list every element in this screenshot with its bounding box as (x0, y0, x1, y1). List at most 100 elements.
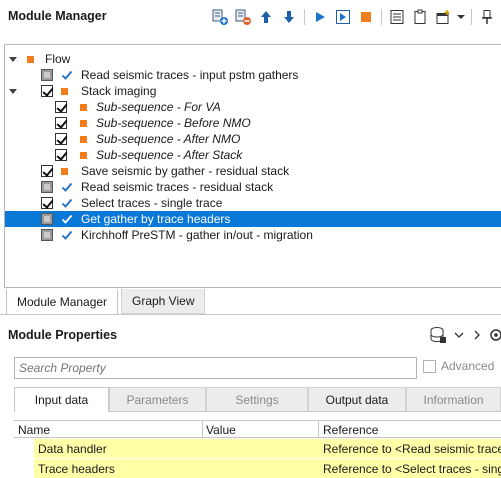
tree-item-label: Get gather by trace headers (81, 212, 231, 226)
tree-item[interactable]: Kirchhoff PreSTM - gather in/out - migra… (5, 227, 501, 243)
tree-item-label: Sub-sequence - For VA (96, 100, 221, 114)
tree-item[interactable]: Sub-sequence - After NMO (5, 131, 501, 147)
pin-icon[interactable] (477, 7, 497, 27)
module-checkbox[interactable] (41, 197, 53, 209)
module-manager-title: Module Manager (8, 9, 107, 23)
property-grid: Name Value Reference Data handler Refere… (14, 420, 501, 478)
module-checkbox[interactable] (41, 69, 53, 81)
module-manager-header: Module Manager (0, 0, 501, 33)
tree-item-label: Sub-sequence - After Stack (96, 148, 243, 162)
sequence-marker-icon (27, 56, 34, 63)
enabled-check-icon (61, 228, 73, 242)
run-icon[interactable] (310, 7, 330, 27)
chevron-down-icon[interactable] (453, 329, 465, 344)
column-divider[interactable] (202, 421, 203, 438)
enabled-check-icon (61, 212, 73, 226)
stop-icon[interactable] (356, 7, 376, 27)
tab-input-data[interactable]: Input data (14, 387, 109, 412)
view-tabs: Module Manager Graph View (0, 289, 501, 315)
sequence-marker-icon (61, 88, 68, 95)
enabled-check-icon (61, 180, 73, 194)
tree-item[interactable]: Sub-sequence - For VA (5, 99, 501, 115)
module-manager-toolbar (210, 6, 497, 28)
chevron-right-icon[interactable] (471, 329, 483, 344)
column-name[interactable]: Name (18, 423, 50, 437)
expand-chevron-icon[interactable] (8, 83, 18, 99)
column-reference[interactable]: Reference (323, 423, 378, 437)
row-name: Trace headers (38, 462, 115, 476)
module-checkbox[interactable] (55, 101, 67, 113)
module-checkbox[interactable] (55, 133, 67, 145)
advanced-toggle[interactable]: Advanced (423, 359, 494, 373)
tree-item[interactable]: Get gather by trace headers (5, 211, 501, 227)
toolbar-separator (471, 9, 472, 25)
module-checkbox[interactable] (41, 229, 53, 241)
sequence-marker-icon (80, 120, 87, 127)
module-properties-title: Module Properties (8, 328, 118, 342)
module-checkbox[interactable] (55, 149, 67, 161)
search-property-input[interactable] (14, 357, 417, 379)
new-window-icon[interactable] (433, 7, 453, 27)
tree-item[interactable]: Select traces - single trace (5, 195, 501, 211)
tree-item[interactable]: Read seismic traces - input pstm gathers (5, 67, 501, 83)
toolbar-separator (304, 9, 305, 25)
clipboard-icon[interactable] (410, 7, 430, 27)
module-checkbox[interactable] (55, 117, 67, 129)
column-divider[interactable] (318, 421, 319, 438)
sequence-marker-icon (80, 104, 87, 111)
tab-settings[interactable]: Settings (206, 387, 308, 411)
tab-information[interactable]: Information (406, 387, 501, 411)
table-row[interactable]: Data handler Reference to <Read seismic … (14, 439, 501, 459)
tree-item[interactable]: Sub-sequence - After Stack (5, 147, 501, 163)
module-properties-tools (429, 326, 501, 347)
grid-header: Name Value Reference (14, 420, 501, 438)
tree-item[interactable]: Read seismic traces - residual stack (5, 179, 501, 195)
tree-item[interactable]: Save seismic by gather - residual stack (5, 163, 501, 179)
tree-item-label: Read seismic traces - residual stack (81, 180, 274, 194)
database-icon[interactable] (429, 326, 447, 347)
advanced-checkbox[interactable] (423, 359, 436, 373)
property-tabs: Input data Parameters Settings Output da… (14, 387, 501, 412)
tree-item[interactable]: Sub-sequence - Before NMO (5, 115, 501, 131)
row-name: Data handler (38, 442, 107, 456)
tree-item-label: Select traces - single trace (81, 196, 223, 210)
toolbar-separator (381, 9, 382, 25)
move-down-icon[interactable] (279, 7, 299, 27)
tree-item-label: Save seismic by gather - residual stack (81, 164, 290, 178)
advanced-label: Advanced (441, 359, 495, 373)
flow-tree[interactable]: Flow Read seismic traces - input pstm gat… (4, 44, 501, 288)
sequence-marker-icon (80, 152, 87, 159)
row-reference[interactable]: Reference to <Read seismic traces (323, 442, 501, 456)
tree-item-label: Read seismic traces - input pstm gathers (81, 68, 299, 82)
run-step-icon[interactable] (333, 7, 353, 27)
module-checkbox[interactable] (41, 165, 53, 177)
module-checkbox[interactable] (41, 85, 53, 97)
row-gutter (14, 459, 34, 478)
settings-icon[interactable] (489, 327, 501, 346)
tree-item-label: Kirchhoff PreSTM - gather in/out - migra… (81, 228, 313, 242)
tree-item-label: Sub-sequence - After NMO (96, 132, 241, 146)
dropdown-icon[interactable] (456, 7, 466, 27)
tree-item-label: Stack imaging (81, 84, 157, 98)
tab-parameters[interactable]: Parameters (109, 387, 206, 411)
remove-module-icon[interactable] (233, 7, 253, 27)
tab-graph-view[interactable]: Graph View (121, 289, 206, 314)
tab-module-manager[interactable]: Module Manager (6, 289, 119, 315)
module-checkbox[interactable] (41, 213, 53, 225)
sequence-marker-icon (80, 136, 87, 143)
tree-item-label: Sub-sequence - Before NMO (96, 116, 251, 130)
expand-chevron-icon[interactable] (8, 51, 18, 67)
row-gutter (14, 439, 34, 459)
row-reference[interactable]: Reference to <Select traces - singl (323, 462, 501, 476)
module-checkbox[interactable] (41, 181, 53, 193)
tab-output-data[interactable]: Output data (308, 387, 406, 411)
add-module-icon[interactable] (210, 7, 230, 27)
list-icon[interactable] (387, 7, 407, 27)
enabled-check-icon (61, 196, 73, 210)
tree-root-flow[interactable]: Flow (5, 51, 501, 67)
module-properties-header: Module Properties (0, 320, 501, 350)
tree-item[interactable]: Stack imaging (5, 83, 501, 99)
table-row[interactable]: Trace headers Reference to <Select trace… (14, 459, 501, 478)
move-up-icon[interactable] (256, 7, 276, 27)
column-value[interactable]: Value (206, 423, 236, 437)
